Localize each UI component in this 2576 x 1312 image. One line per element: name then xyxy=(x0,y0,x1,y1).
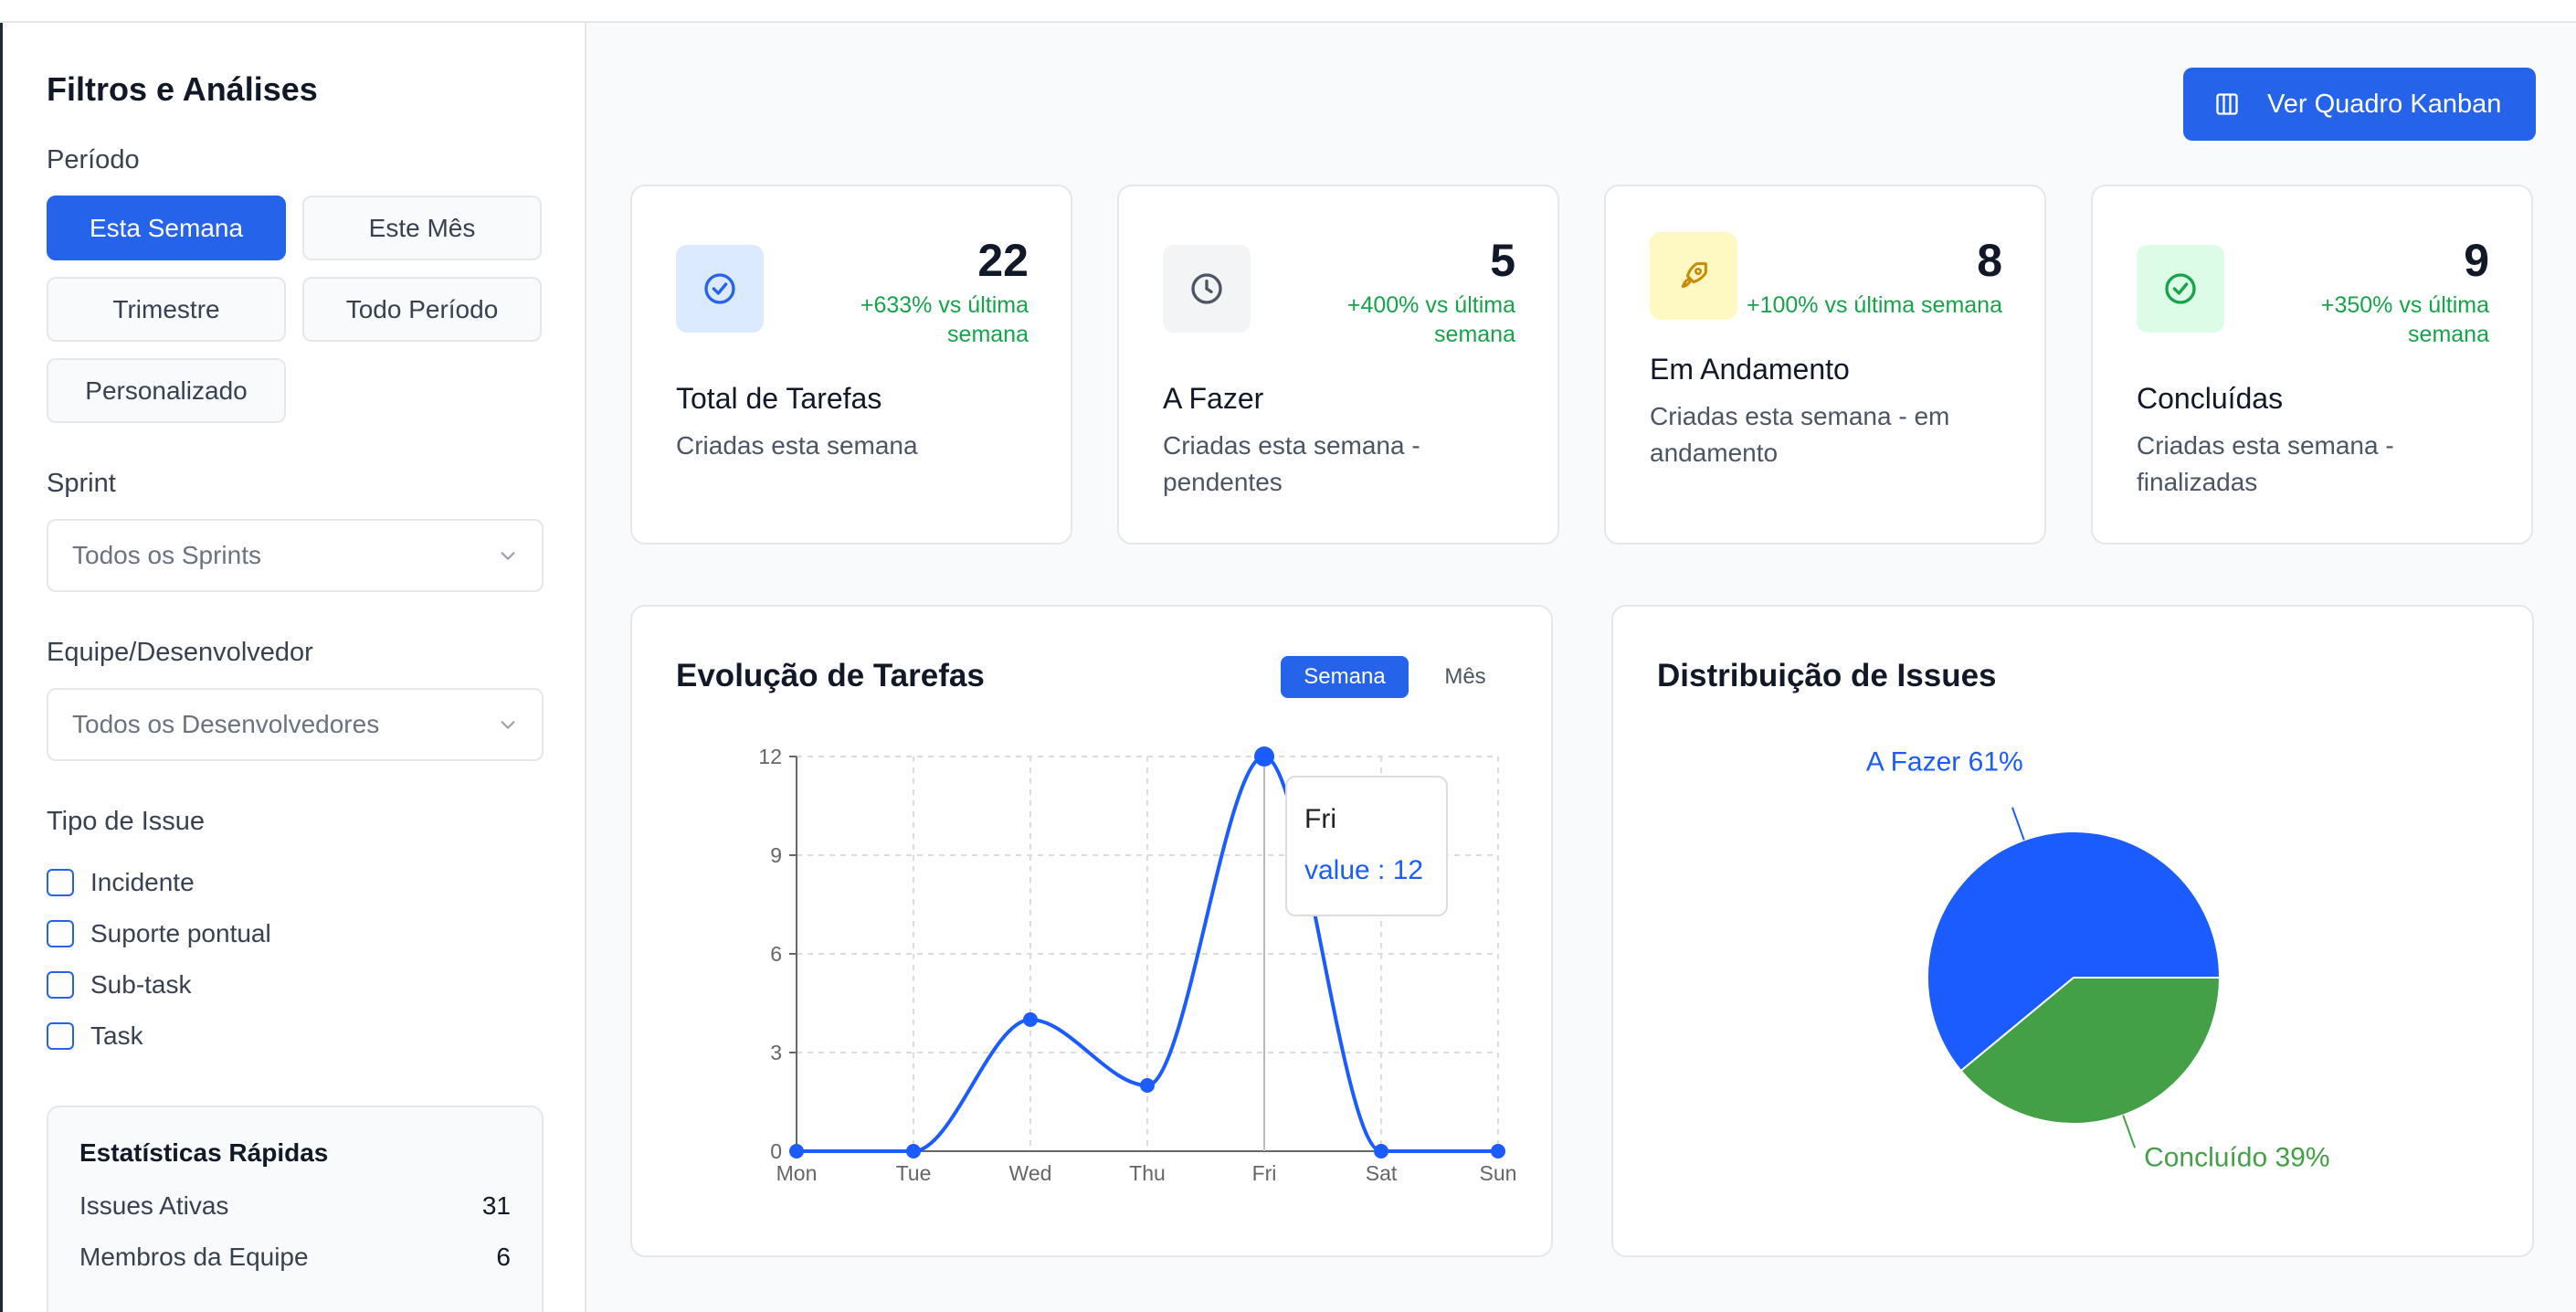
quick-stats-title: Estatísticas Rápidas xyxy=(79,1138,329,1167)
period-quarter-button[interactable]: Trimestre xyxy=(47,277,286,342)
chart-tooltip: Fri value : 12 xyxy=(1285,776,1448,916)
stat-value: 9 xyxy=(2464,235,2489,286)
check-circle-icon xyxy=(2137,245,2224,333)
kanban-button-label: Ver Quadro Kanban xyxy=(2267,89,2502,119)
sprint-select[interactable]: Todos os Sprints xyxy=(47,519,544,592)
sidebar-title: Filtros e Análises xyxy=(47,70,318,108)
issue-type-text: Incidente xyxy=(90,868,195,896)
stat-value: 5 xyxy=(1490,235,1515,286)
sprint-select-value: Todos os Sprints xyxy=(72,541,261,569)
period-all-button[interactable]: Todo Período xyxy=(302,277,542,342)
stat-card-done: 9 +350% vs última semana Concluídas Cria… xyxy=(2091,185,2533,545)
stat-change: +100% vs última semana xyxy=(1746,292,2002,318)
issue-type-subtask[interactable]: Sub-task xyxy=(47,959,541,1010)
evolution-panel: Evolução de Tarefas Semana Mês 0 3 6 9 12 Mon… xyxy=(630,605,1553,1257)
team-label: Equipe/Desenvolvedor xyxy=(47,638,313,667)
clock-icon xyxy=(1163,245,1251,333)
top-bar xyxy=(0,0,2576,23)
stat-change: +350% vs última semana xyxy=(2320,292,2489,347)
y-tick-label: 0 xyxy=(770,1139,782,1163)
filters-sidebar: Filtros e Análises Período Esta Semana E… xyxy=(0,23,586,1312)
stat-title: Total de Tarefas xyxy=(676,382,882,415)
stat-subtitle: Criadas esta semana - finalizadas xyxy=(2137,431,2394,496)
issue-type-text: Sub-task xyxy=(90,970,192,999)
distribution-pie-chart: A Fazer 61% Concluído 39% xyxy=(1866,747,2330,1173)
stat-card-in-progress: 8 +100% vs última semana Em Andamento Cr… xyxy=(1604,185,2046,545)
period-this-month-button[interactable]: Este Mês xyxy=(302,196,542,260)
distribution-panel: Distribuição de Issues A Fazer 61% Conclu… xyxy=(1611,605,2534,1257)
slice-label: A Fazer 61% xyxy=(1866,747,2023,778)
team-select-value: Todos os Desenvolvedores xyxy=(72,710,380,738)
x-tick-label: Thu xyxy=(1129,1161,1166,1185)
data-point xyxy=(1023,1012,1038,1027)
team-select[interactable]: Todos os Desenvolvedores xyxy=(47,688,544,761)
stat-change: +633% vs última semana xyxy=(860,292,1029,347)
chevron-down-icon xyxy=(501,721,515,729)
data-point xyxy=(906,1144,921,1159)
x-tick-label: Sun xyxy=(1480,1161,1517,1185)
stat-title: Concluídas xyxy=(2137,382,2284,415)
checkbox[interactable] xyxy=(47,869,74,896)
stat-subtitle: Criadas esta semana - pendentes xyxy=(1163,431,1420,496)
period-label: Período xyxy=(47,145,140,175)
data-point xyxy=(1140,1078,1155,1093)
slice-label-line xyxy=(2122,1115,2137,1148)
kanban-board-button[interactable]: Ver Quadro Kanban xyxy=(2183,68,2536,141)
stat-value: 22 xyxy=(977,235,1029,286)
quick-stat-value: 6 xyxy=(496,1243,511,1271)
stat-value: 8 xyxy=(1977,235,2002,286)
quick-stat-label: Membros da Equipe xyxy=(79,1243,309,1271)
x-tick-label: Tue xyxy=(896,1161,932,1185)
checkbox[interactable] xyxy=(47,971,74,999)
quick-stat-value: 31 xyxy=(481,1191,511,1220)
quick-stat-label: Issues Ativas xyxy=(79,1191,229,1220)
stat-title: A Fazer xyxy=(1163,382,1264,415)
quick-stat-row: Membros da Equipe 6 xyxy=(79,1243,511,1294)
period-custom-button[interactable]: Personalizado xyxy=(47,358,286,423)
quick-stats-panel: Estatísticas Rápidas Issues Ativas 31 Me… xyxy=(47,1106,544,1312)
stat-card-todo: 5 +400% vs última semana A Fazer Criadas… xyxy=(1117,185,1559,545)
stat-subtitle: Criadas esta semana xyxy=(676,431,918,460)
issue-type-text: Task xyxy=(90,1021,143,1050)
stat-title: Em Andamento xyxy=(1650,353,1850,386)
x-tick-label: Fri xyxy=(1252,1161,1277,1185)
y-tick-label: 6 xyxy=(770,942,782,966)
x-tick-label: Wed xyxy=(1009,1161,1052,1185)
stat-change: +400% vs última semana xyxy=(1346,292,1515,347)
slice-label-line xyxy=(2011,807,2025,841)
checkbox[interactable] xyxy=(47,1022,74,1050)
y-tick-label: 9 xyxy=(770,843,782,867)
quick-stat-row: Issues Ativas 31 xyxy=(79,1191,511,1243)
columns-icon xyxy=(2216,93,2238,115)
y-tick-label: 3 xyxy=(770,1041,782,1064)
data-point xyxy=(1491,1144,1505,1159)
issue-type-text: Suporte pontual xyxy=(90,919,271,947)
period-options: Esta Semana Este Mês Trimestre Todo Perí… xyxy=(47,196,542,423)
issue-type-label: Tipo de Issue xyxy=(47,807,206,836)
chevron-down-icon xyxy=(501,552,515,560)
period-this-week-button[interactable]: Esta Semana xyxy=(47,196,286,260)
stat-subtitle: Criadas esta semana - em andamento xyxy=(1650,402,1950,467)
stat-card-total: 22 +633% vs última semana Total de Taref… xyxy=(630,185,1072,545)
y-tick-label: 12 xyxy=(758,745,782,768)
tooltip-box xyxy=(1285,776,1448,916)
issue-type-suporte[interactable]: Suporte pontual xyxy=(47,908,541,959)
x-tick-label: Sat xyxy=(1366,1161,1398,1185)
issue-type-incidente[interactable]: Incidente xyxy=(47,857,541,908)
issue-type-task[interactable]: Task xyxy=(47,1010,541,1062)
evolution-line-chart: 0 3 6 9 12 Mon Tue Wed Thu Fri Sat Sun Fri value : 12 xyxy=(758,745,1517,1185)
sprint-label: Sprint xyxy=(47,469,116,498)
issue-type-list: Incidente Suporte pontual Sub-task Task xyxy=(47,857,541,1062)
data-point xyxy=(1374,1144,1388,1159)
tooltip-value: value : 12 xyxy=(1304,855,1423,885)
check-circle-icon xyxy=(676,245,764,333)
x-tick-label: Mon xyxy=(776,1161,818,1185)
checkbox[interactable] xyxy=(47,920,74,947)
data-point xyxy=(789,1144,804,1159)
data-point xyxy=(1254,746,1274,767)
slice-label: Concluído 39% xyxy=(2144,1142,2329,1172)
tooltip-title: Fri xyxy=(1304,804,1336,834)
